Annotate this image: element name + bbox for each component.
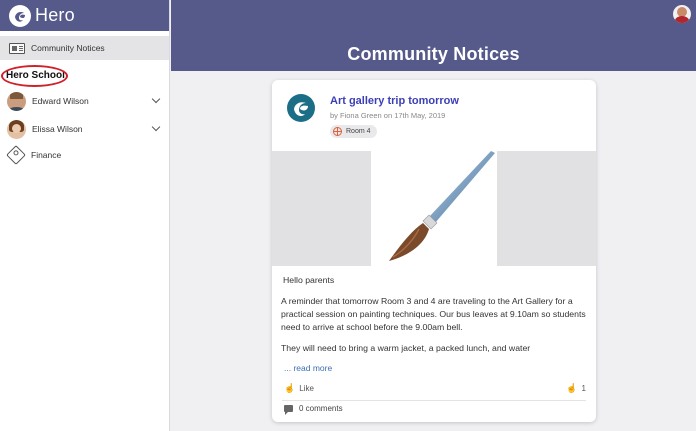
notice-greeting: Hello parents: [283, 275, 335, 285]
person-name: Elissa Wilson: [32, 124, 83, 134]
tag-icon: [6, 145, 26, 165]
hand-icon: ☝: [566, 383, 578, 393]
avatar: [7, 91, 26, 111]
sidebar-item-label: Finance: [31, 150, 62, 160]
school-section: Hero School: [0, 65, 169, 87]
divider: [282, 400, 586, 401]
image-padding-left: [272, 151, 371, 266]
room-tag-label: Room 4: [346, 128, 371, 135]
sidebar-item-community-notices[interactable]: Community Notices: [0, 36, 169, 60]
room-tag[interactable]: Room 4: [330, 125, 377, 138]
hand-icon: ☝: [284, 383, 296, 393]
notice-title-link[interactable]: Art gallery trip tomorrow: [330, 95, 459, 107]
comments-count: 0 comments: [299, 404, 343, 413]
school-logo-icon: [287, 94, 315, 122]
sidebar-item-label: Community Notices: [31, 43, 105, 53]
brand-bar[interactable]: Hero: [0, 0, 169, 31]
avatar: [7, 119, 26, 139]
like-row: ☝ Like ☝ 1: [284, 383, 586, 397]
read-more-link[interactable]: ... read more: [284, 363, 332, 373]
notice-card: Art gallery trip tomorrow by Fiona Green…: [272, 80, 596, 422]
notice-image[interactable]: [272, 151, 596, 266]
notice-paragraph: A reminder that tomorrow Room 3 and 4 ar…: [281, 296, 586, 332]
like-button[interactable]: ☝ Like: [284, 383, 314, 394]
comments-button[interactable]: 0 comments: [284, 404, 343, 415]
annotation-circle: [1, 65, 68, 87]
chevron-down-icon[interactable]: [151, 94, 161, 104]
paintbrush-icon: [371, 151, 497, 266]
user-avatar[interactable]: [673, 5, 691, 23]
like-label: Like: [299, 384, 314, 393]
person-name: Edward Wilson: [32, 96, 89, 106]
chevron-down-icon[interactable]: [151, 122, 161, 132]
notice-meta: by Fiona Green on 17th May, 2019: [330, 111, 446, 120]
notices-icon: [9, 42, 25, 54]
like-count-value: 1: [581, 384, 586, 393]
comment-icon: [284, 405, 293, 415]
notice-body: Hello parents A reminder that tomorrow R…: [281, 274, 587, 363]
page-header: Community Notices: [171, 0, 696, 71]
room-icon: [333, 127, 342, 136]
image-padding-right: [497, 151, 596, 266]
sidebar: Hero Community Notices Hero School Edwar…: [0, 0, 170, 431]
page-title: Community Notices: [347, 44, 520, 64]
sidebar-person-edward-wilson[interactable]: Edward Wilson: [0, 87, 169, 115]
hero-logo-icon: [9, 4, 31, 27]
notice-paragraph: They will need to bring a warm jacket, a…: [281, 343, 531, 353]
sidebar-person-elissa-wilson[interactable]: Elissa Wilson: [0, 115, 169, 143]
sidebar-item-finance[interactable]: Finance: [0, 143, 169, 167]
like-count: ☝ 1: [566, 383, 586, 394]
app-name: Hero: [35, 5, 75, 25]
